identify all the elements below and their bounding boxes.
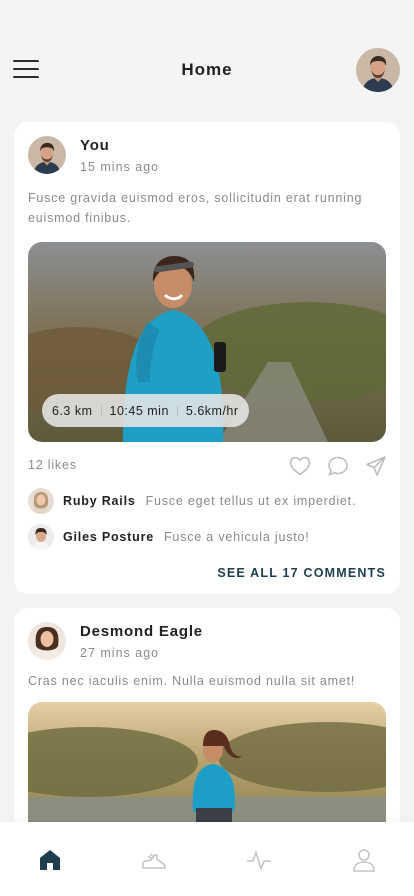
profile-avatar[interactable] — [356, 48, 400, 92]
comment-item: Giles Posture Fusce a vehicula justo! — [28, 522, 310, 552]
commenter-name[interactable]: Ruby Rails — [63, 494, 136, 508]
heart-icon[interactable] — [288, 454, 312, 478]
distance-value: 6.3 km — [52, 403, 93, 418]
commenter-avatar[interactable] — [28, 488, 54, 514]
comment-text: Fusce a vehicula justo! — [164, 530, 310, 544]
home-icon[interactable] — [36, 846, 64, 874]
see-all-comments-link[interactable]: SEE ALL 17 COMMENTS — [217, 566, 386, 580]
comment-icon[interactable] — [326, 454, 350, 478]
page-title: Home — [181, 60, 233, 79]
post-time: 27 mins ago — [80, 646, 160, 660]
comment-item: Ruby Rails Fusce eget tellus ut ex imper… — [28, 486, 356, 516]
commenter-avatar[interactable] — [28, 524, 54, 550]
post-text: Cras nec iaculis enim. Nulla euismod nul… — [28, 674, 356, 688]
app-header: Home — [0, 0, 414, 115]
author-avatar[interactable] — [28, 622, 66, 660]
author-name[interactable]: Desmond Eagle — [80, 623, 203, 640]
duration-value: 10:45 min — [109, 403, 169, 418]
profile-icon[interactable] — [350, 846, 378, 874]
send-icon[interactable] — [364, 454, 388, 478]
author-name[interactable]: You — [80, 137, 110, 154]
post-card: You 15 mins ago Fusce gravida euismod er… — [14, 122, 400, 594]
running-shoe-icon[interactable] — [140, 846, 168, 874]
author-avatar[interactable] — [28, 136, 66, 174]
speed-value: 5.6km/hr — [185, 403, 239, 418]
post-text: Fusce gravida euismod eros, sollicitudin… — [28, 191, 363, 225]
commenter-name[interactable]: Giles Posture — [63, 530, 154, 544]
post-time: 15 mins ago — [80, 160, 160, 174]
run-photo[interactable]: 6.3 km 10:45 min 5.6km/hr — [28, 242, 386, 442]
comment-text: Fusce eget tellus ut ex imperdiet. — [145, 494, 357, 508]
activity-icon[interactable] — [245, 846, 273, 874]
run-stats: 6.3 km 10:45 min 5.6km/hr — [42, 394, 249, 427]
bottom-nav — [0, 822, 414, 896]
likes-count[interactable]: 12 likes — [28, 458, 77, 472]
